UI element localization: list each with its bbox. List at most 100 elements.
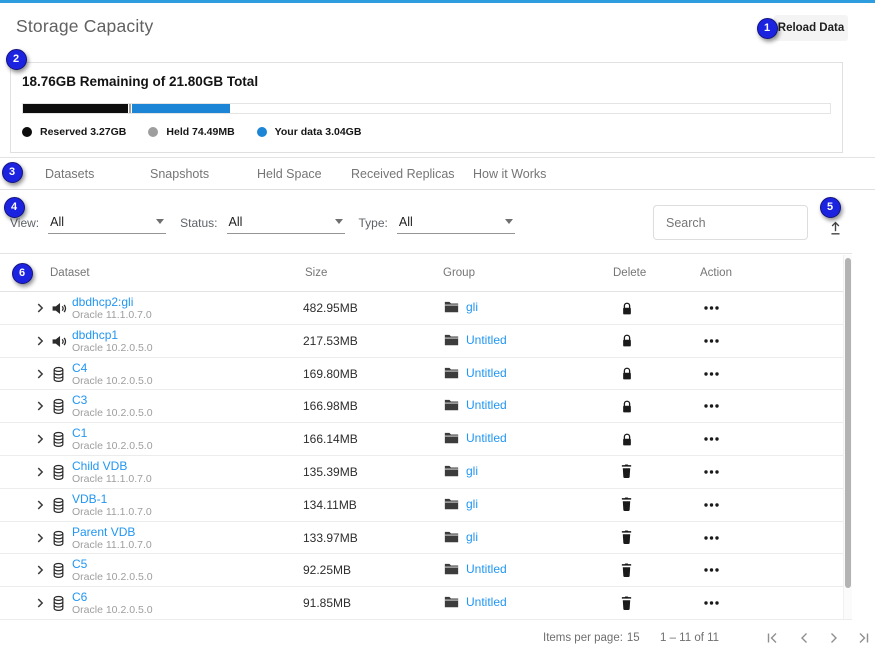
dataset-link[interactable]: C3 [72, 393, 153, 407]
annotation-badge: 5 [820, 197, 841, 218]
legend-item: Reserved 3.27GB [22, 126, 126, 138]
expand-chevron-icon[interactable] [33, 563, 47, 577]
dataset-subtitle: Oracle 10.2.0.5.0 [72, 571, 153, 584]
tab[interactable]: How it Works [473, 158, 546, 191]
group-link[interactable]: Untitled [466, 366, 507, 380]
column-header: Size [305, 254, 327, 293]
reload-data-button[interactable]: Reload Data [774, 15, 848, 41]
legend-dot-icon [22, 127, 32, 137]
table-row: C6 Oracle 10.2.0.5.0 91.85MB Untitled [0, 587, 852, 620]
group-link[interactable]: Untitled [466, 333, 507, 347]
annotation-badge: 2 [6, 49, 27, 70]
database-icon [51, 530, 68, 547]
filter: Status: All [180, 215, 344, 234]
tab[interactable]: Received Replicas [351, 158, 455, 191]
table-scrollbar[interactable] [843, 255, 852, 619]
dataset-link[interactable]: Parent VDB [72, 525, 152, 539]
tab[interactable]: Datasets [45, 158, 94, 191]
group-link[interactable]: Untitled [466, 431, 507, 445]
filter-value: All [50, 215, 64, 229]
export-icon[interactable] [827, 220, 844, 237]
dataset-link[interactable]: C5 [72, 557, 153, 571]
page-title: Storage Capacity [16, 16, 153, 37]
dataset-link[interactable]: dbdhcp1 [72, 328, 153, 342]
expand-chevron-icon[interactable] [33, 465, 47, 479]
dataset-link[interactable]: Child VDB [72, 459, 152, 473]
tab[interactable]: Held Space [257, 158, 322, 191]
group-link[interactable]: gli [466, 300, 478, 314]
lock-icon [620, 333, 635, 349]
dropdown-caret-icon [505, 219, 513, 224]
group-link[interactable]: gli [466, 497, 478, 511]
row-actions-button[interactable] [703, 599, 720, 607]
row-actions-button[interactable] [703, 370, 720, 378]
dataset-size: 217.53MB [303, 334, 358, 348]
dataset-size: 133.97MB [303, 531, 358, 545]
legend-label: Your data 3.04GB [275, 126, 362, 138]
dataset-size: 166.14MB [303, 432, 358, 446]
expand-chevron-icon[interactable] [33, 334, 47, 348]
table-row: C3 Oracle 10.2.0.5.0 166.98MB Untitled [0, 390, 852, 423]
dataset-size: 135.39MB [303, 465, 358, 479]
table-row: VDB-1 Oracle 11.1.0.7.0 134.11MB gli [0, 489, 852, 522]
dsource-icon [51, 333, 68, 350]
scrollbar-thumb[interactable] [845, 258, 851, 588]
first-page-icon[interactable] [764, 630, 780, 646]
row-actions-button[interactable] [703, 566, 720, 574]
items-per-page-label: Items per page: [543, 632, 623, 644]
annotation-badge: 6 [12, 263, 33, 284]
row-actions-button[interactable] [703, 337, 720, 345]
row-actions-button[interactable] [703, 402, 720, 410]
search-input[interactable] [654, 206, 807, 239]
group-link[interactable]: gli [466, 464, 478, 478]
table-row: Parent VDB Oracle 11.1.0.7.0 133.97MB gl… [0, 522, 852, 555]
dataset-link[interactable]: C6 [72, 590, 153, 604]
expand-chevron-icon[interactable] [33, 596, 47, 610]
folder-icon [444, 301, 459, 313]
group-link[interactable]: Untitled [466, 562, 507, 576]
top-accent-bar [0, 0, 875, 3]
search-box [653, 205, 808, 240]
group-link[interactable]: gli [466, 530, 478, 544]
filter-value: All [229, 215, 243, 229]
filter-select[interactable]: All [397, 215, 515, 234]
items-per-page-select[interactable]: 15 [627, 632, 640, 644]
delete-icon[interactable] [620, 464, 635, 479]
lock-icon [620, 432, 635, 448]
expand-chevron-icon[interactable] [33, 301, 47, 315]
database-icon [51, 562, 68, 579]
expand-chevron-icon[interactable] [33, 531, 47, 545]
row-actions-button[interactable] [703, 534, 720, 542]
dataset-link[interactable]: dbdhcp2:gli [72, 295, 152, 309]
filter-select[interactable]: All [227, 215, 345, 234]
lock-icon [620, 301, 635, 317]
tab[interactable]: Snapshots [150, 158, 209, 191]
delete-icon[interactable] [620, 530, 635, 545]
dataset-link[interactable]: VDB-1 [72, 492, 152, 506]
capacity-bar-segment-reserved [23, 104, 128, 113]
folder-icon [444, 563, 459, 575]
dropdown-caret-icon [335, 219, 343, 224]
delete-icon[interactable] [620, 563, 635, 578]
capacity-summary-text: 18.76GB Remaining of 21.80GB Total [22, 74, 258, 89]
expand-chevron-icon[interactable] [33, 399, 47, 413]
delete-icon[interactable] [620, 596, 635, 611]
group-link[interactable]: Untitled [466, 595, 507, 609]
row-actions-button[interactable] [703, 468, 720, 476]
previous-page-icon[interactable] [796, 630, 812, 646]
dataset-size: 169.80MB [303, 367, 358, 381]
row-actions-button[interactable] [703, 435, 720, 443]
filter-select[interactable]: All [48, 215, 166, 234]
folder-icon [444, 596, 459, 608]
dataset-link[interactable]: C1 [72, 426, 153, 440]
dataset-link[interactable]: C4 [72, 361, 153, 375]
expand-chevron-icon[interactable] [33, 498, 47, 512]
row-actions-button[interactable] [703, 501, 720, 509]
last-page-icon[interactable] [856, 630, 872, 646]
row-actions-button[interactable] [703, 304, 720, 312]
expand-chevron-icon[interactable] [33, 367, 47, 381]
next-page-icon[interactable] [826, 630, 842, 646]
delete-icon[interactable] [620, 497, 635, 512]
group-link[interactable]: Untitled [466, 398, 507, 412]
expand-chevron-icon[interactable] [33, 432, 47, 446]
